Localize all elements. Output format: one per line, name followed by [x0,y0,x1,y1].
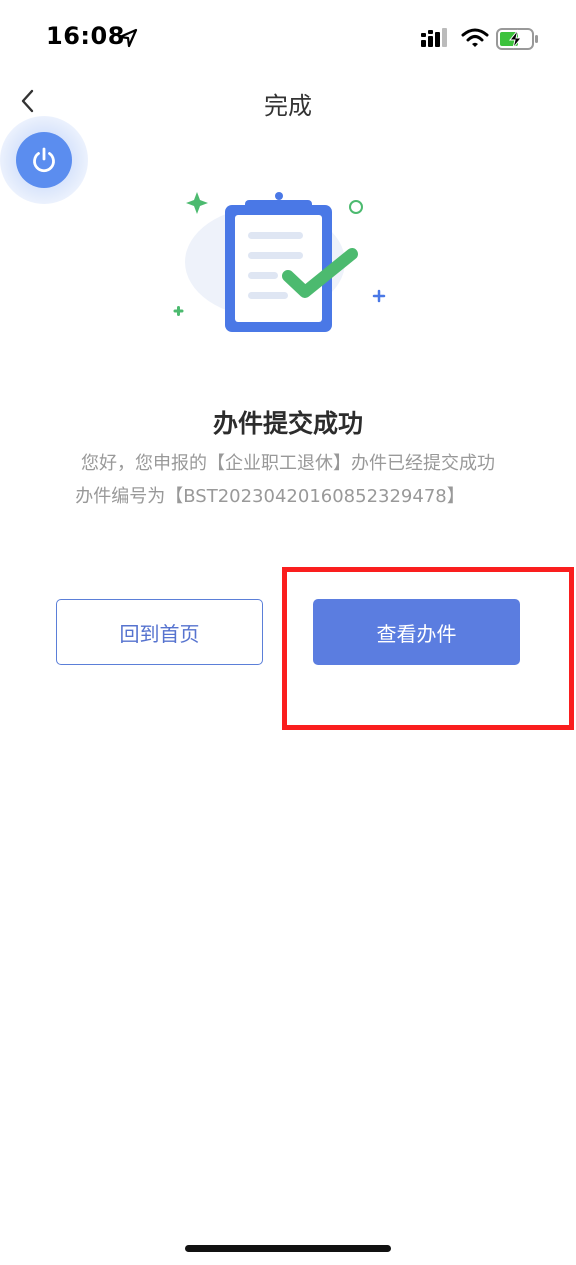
page-title: 完成 [264,92,312,120]
power-icon [16,132,72,188]
view-case-button[interactable]: 查看办件 [313,599,520,665]
nav-bar: 完成 [0,70,576,134]
status-bar: 16:08 [0,0,576,70]
success-title: 办件提交成功 [212,409,363,438]
status-time: 16:08 [46,22,125,50]
case-number: 办件编号为【BST2023042016085232947​8】 [75,486,465,507]
home-button[interactable]: 回到首页 [56,599,263,665]
success-message: 您好，您申报的【企业职工退休】办件已经提交成功 [81,453,495,474]
location-arrow-icon [118,28,138,52]
clipboard-check-icon [160,180,400,354]
battery-charging-icon [496,27,540,55]
wifi-icon [461,27,489,53]
signal-icon [420,28,450,52]
home-indicator [185,1245,391,1252]
floating-power-button[interactable] [0,116,88,204]
